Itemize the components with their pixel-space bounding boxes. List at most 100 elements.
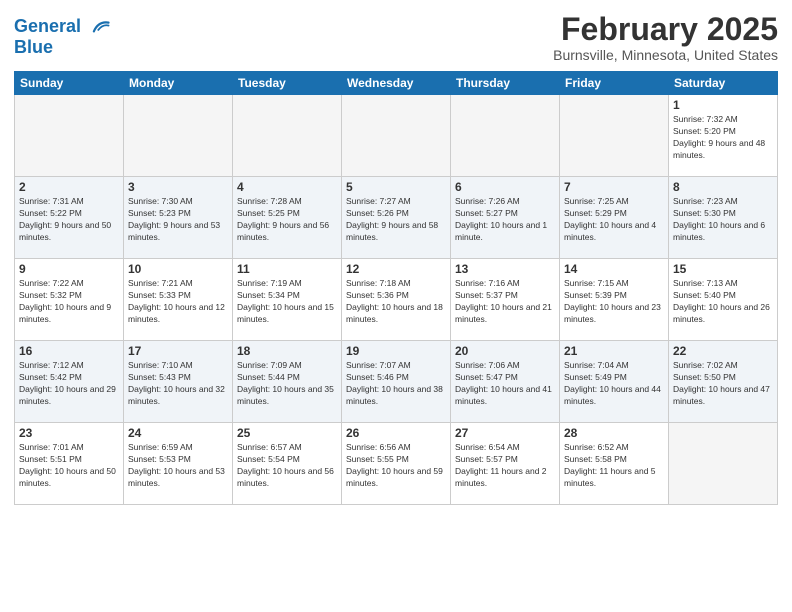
calendar-day-cell: 3 Sunrise: 7:30 AM Sunset: 5:23 PM Daylig… <box>124 177 233 259</box>
calendar-day-cell: 1 Sunrise: 7:32 AM Sunset: 5:20 PM Daylig… <box>669 95 778 177</box>
calendar-header-row: SundayMondayTuesdayWednesdayThursdayFrid… <box>15 72 778 95</box>
day-info: Sunrise: 7:06 AM Sunset: 5:47 PM Dayligh… <box>455 360 555 408</box>
day-number: 26 <box>346 426 446 440</box>
day-info: Sunrise: 7:16 AM Sunset: 5:37 PM Dayligh… <box>455 278 555 326</box>
weekday-header: Saturday <box>669 72 778 95</box>
calendar-day-cell: 15 Sunrise: 7:13 AM Sunset: 5:40 PM Dayli… <box>669 259 778 341</box>
calendar-week-row: 23 Sunrise: 7:01 AM Sunset: 5:51 PM Dayli… <box>15 423 778 505</box>
calendar-day-cell: 2 Sunrise: 7:31 AM Sunset: 5:22 PM Daylig… <box>15 177 124 259</box>
day-number: 22 <box>673 344 773 358</box>
day-info: Sunrise: 7:12 AM Sunset: 5:42 PM Dayligh… <box>19 360 119 408</box>
calendar-day-cell <box>15 95 124 177</box>
day-number: 10 <box>128 262 228 276</box>
day-number: 2 <box>19 180 119 194</box>
day-info: Sunrise: 6:57 AM Sunset: 5:54 PM Dayligh… <box>237 442 337 490</box>
calendar-day-cell <box>451 95 560 177</box>
calendar-day-cell: 12 Sunrise: 7:18 AM Sunset: 5:36 PM Dayli… <box>342 259 451 341</box>
calendar-day-cell: 26 Sunrise: 6:56 AM Sunset: 5:55 PM Dayli… <box>342 423 451 505</box>
calendar-day-cell: 19 Sunrise: 7:07 AM Sunset: 5:46 PM Dayli… <box>342 341 451 423</box>
calendar-day-cell: 24Sunrise: 6:59 AM Sunset: 5:53 PM Dayli… <box>124 423 233 505</box>
day-info: Sunrise: 7:09 AM Sunset: 5:44 PM Dayligh… <box>237 360 337 408</box>
calendar-day-cell <box>560 95 669 177</box>
calendar-day-cell: 9 Sunrise: 7:22 AM Sunset: 5:32 PM Daylig… <box>15 259 124 341</box>
day-number: 27 <box>455 426 555 440</box>
day-info: Sunrise: 7:01 AM Sunset: 5:51 PM Dayligh… <box>19 442 119 490</box>
day-info: Sunrise: 7:19 AM Sunset: 5:34 PM Dayligh… <box>237 278 337 326</box>
day-number: 8 <box>673 180 773 194</box>
calendar-week-row: 9 Sunrise: 7:22 AM Sunset: 5:32 PM Daylig… <box>15 259 778 341</box>
calendar-day-cell <box>233 95 342 177</box>
page-header: General Blue February 2025 Burnsville, M… <box>14 12 778 63</box>
logo: General Blue <box>14 16 110 58</box>
calendar-day-cell: 23 Sunrise: 7:01 AM Sunset: 5:51 PM Dayli… <box>15 423 124 505</box>
day-number: 15 <box>673 262 773 276</box>
day-number: 9 <box>19 262 119 276</box>
day-number: 21 <box>564 344 664 358</box>
day-number: 28 <box>564 426 664 440</box>
day-info: Sunrise: 6:52 AM Sunset: 5:58 PM Dayligh… <box>564 442 664 490</box>
calendar-day-cell: 8 Sunrise: 7:23 AM Sunset: 5:30 PM Daylig… <box>669 177 778 259</box>
day-info: Sunrise: 7:04 AM Sunset: 5:49 PM Dayligh… <box>564 360 664 408</box>
calendar-day-cell: 27 Sunrise: 6:54 AM Sunset: 5:57 PM Dayli… <box>451 423 560 505</box>
day-number: 12 <box>346 262 446 276</box>
title-block: February 2025 Burnsville, Minnesota, Uni… <box>553 12 778 63</box>
calendar-day-cell <box>669 423 778 505</box>
day-number: 20 <box>455 344 555 358</box>
day-info: Sunrise: 7:15 AM Sunset: 5:39 PM Dayligh… <box>564 278 664 326</box>
calendar-week-row: 16Sunrise: 7:12 AM Sunset: 5:42 PM Dayli… <box>15 341 778 423</box>
day-number: 24 <box>128 426 228 440</box>
day-info: Sunrise: 7:26 AM Sunset: 5:27 PM Dayligh… <box>455 196 555 244</box>
day-number: 3 <box>128 180 228 194</box>
day-number: 13 <box>455 262 555 276</box>
day-info: Sunrise: 7:23 AM Sunset: 5:30 PM Dayligh… <box>673 196 773 244</box>
day-info: Sunrise: 7:18 AM Sunset: 5:36 PM Dayligh… <box>346 278 446 326</box>
weekday-header: Tuesday <box>233 72 342 95</box>
day-info: Sunrise: 7:10 AM Sunset: 5:43 PM Dayligh… <box>128 360 228 408</box>
calendar-day-cell: 22 Sunrise: 7:02 AM Sunset: 5:50 PM Dayli… <box>669 341 778 423</box>
weekday-header: Thursday <box>451 72 560 95</box>
calendar-day-cell: 13 Sunrise: 7:16 AM Sunset: 5:37 PM Dayli… <box>451 259 560 341</box>
day-info: Sunrise: 7:28 AM Sunset: 5:25 PM Dayligh… <box>237 196 337 244</box>
calendar-day-cell: 5Sunrise: 7:27 AM Sunset: 5:26 PM Daylig… <box>342 177 451 259</box>
day-info: Sunrise: 7:32 AM Sunset: 5:20 PM Dayligh… <box>673 114 773 162</box>
day-number: 7 <box>564 180 664 194</box>
calendar-day-cell: 6 Sunrise: 7:26 AM Sunset: 5:27 PM Daylig… <box>451 177 560 259</box>
calendar-day-cell: 16Sunrise: 7:12 AM Sunset: 5:42 PM Dayli… <box>15 341 124 423</box>
day-number: 5 <box>346 180 446 194</box>
calendar-day-cell <box>342 95 451 177</box>
calendar-table: SundayMondayTuesdayWednesdayThursdayFrid… <box>14 71 778 505</box>
day-info: Sunrise: 7:22 AM Sunset: 5:32 PM Dayligh… <box>19 278 119 326</box>
day-number: 11 <box>237 262 337 276</box>
day-info: Sunrise: 7:31 AM Sunset: 5:22 PM Dayligh… <box>19 196 119 244</box>
calendar-day-cell: 17Sunrise: 7:10 AM Sunset: 5:43 PM Dayli… <box>124 341 233 423</box>
calendar-day-cell: 7 Sunrise: 7:25 AM Sunset: 5:29 PM Daylig… <box>560 177 669 259</box>
weekday-header: Monday <box>124 72 233 95</box>
day-info: Sunrise: 7:25 AM Sunset: 5:29 PM Dayligh… <box>564 196 664 244</box>
calendar-week-row: 1 Sunrise: 7:32 AM Sunset: 5:20 PM Daylig… <box>15 95 778 177</box>
day-info: Sunrise: 7:02 AM Sunset: 5:50 PM Dayligh… <box>673 360 773 408</box>
day-info: Sunrise: 7:21 AM Sunset: 5:33 PM Dayligh… <box>128 278 228 326</box>
calendar-day-cell: 18 Sunrise: 7:09 AM Sunset: 5:44 PM Dayli… <box>233 341 342 423</box>
day-info: Sunrise: 7:30 AM Sunset: 5:23 PM Dayligh… <box>128 196 228 244</box>
calendar-day-cell: 10 Sunrise: 7:21 AM Sunset: 5:33 PM Dayli… <box>124 259 233 341</box>
day-number: 23 <box>19 426 119 440</box>
weekday-header: Friday <box>560 72 669 95</box>
day-number: 1 <box>673 98 773 112</box>
calendar-day-cell: 20 Sunrise: 7:06 AM Sunset: 5:47 PM Dayli… <box>451 341 560 423</box>
day-number: 18 <box>237 344 337 358</box>
calendar-week-row: 2 Sunrise: 7:31 AM Sunset: 5:22 PM Daylig… <box>15 177 778 259</box>
weekday-header: Wednesday <box>342 72 451 95</box>
day-info: Sunrise: 7:07 AM Sunset: 5:46 PM Dayligh… <box>346 360 446 408</box>
month-title: February 2025 <box>553 12 778 47</box>
day-info: Sunrise: 6:54 AM Sunset: 5:57 PM Dayligh… <box>455 442 555 490</box>
calendar-day-cell <box>124 95 233 177</box>
day-info: Sunrise: 7:13 AM Sunset: 5:40 PM Dayligh… <box>673 278 773 326</box>
calendar-day-cell: 11 Sunrise: 7:19 AM Sunset: 5:34 PM Dayli… <box>233 259 342 341</box>
day-number: 19 <box>346 344 446 358</box>
calendar-day-cell: 21 Sunrise: 7:04 AM Sunset: 5:49 PM Dayli… <box>560 341 669 423</box>
location: Burnsville, Minnesota, United States <box>553 47 778 63</box>
day-number: 14 <box>564 262 664 276</box>
day-number: 6 <box>455 180 555 194</box>
calendar-day-cell: 14 Sunrise: 7:15 AM Sunset: 5:39 PM Dayli… <box>560 259 669 341</box>
day-info: Sunrise: 6:56 AM Sunset: 5:55 PM Dayligh… <box>346 442 446 490</box>
